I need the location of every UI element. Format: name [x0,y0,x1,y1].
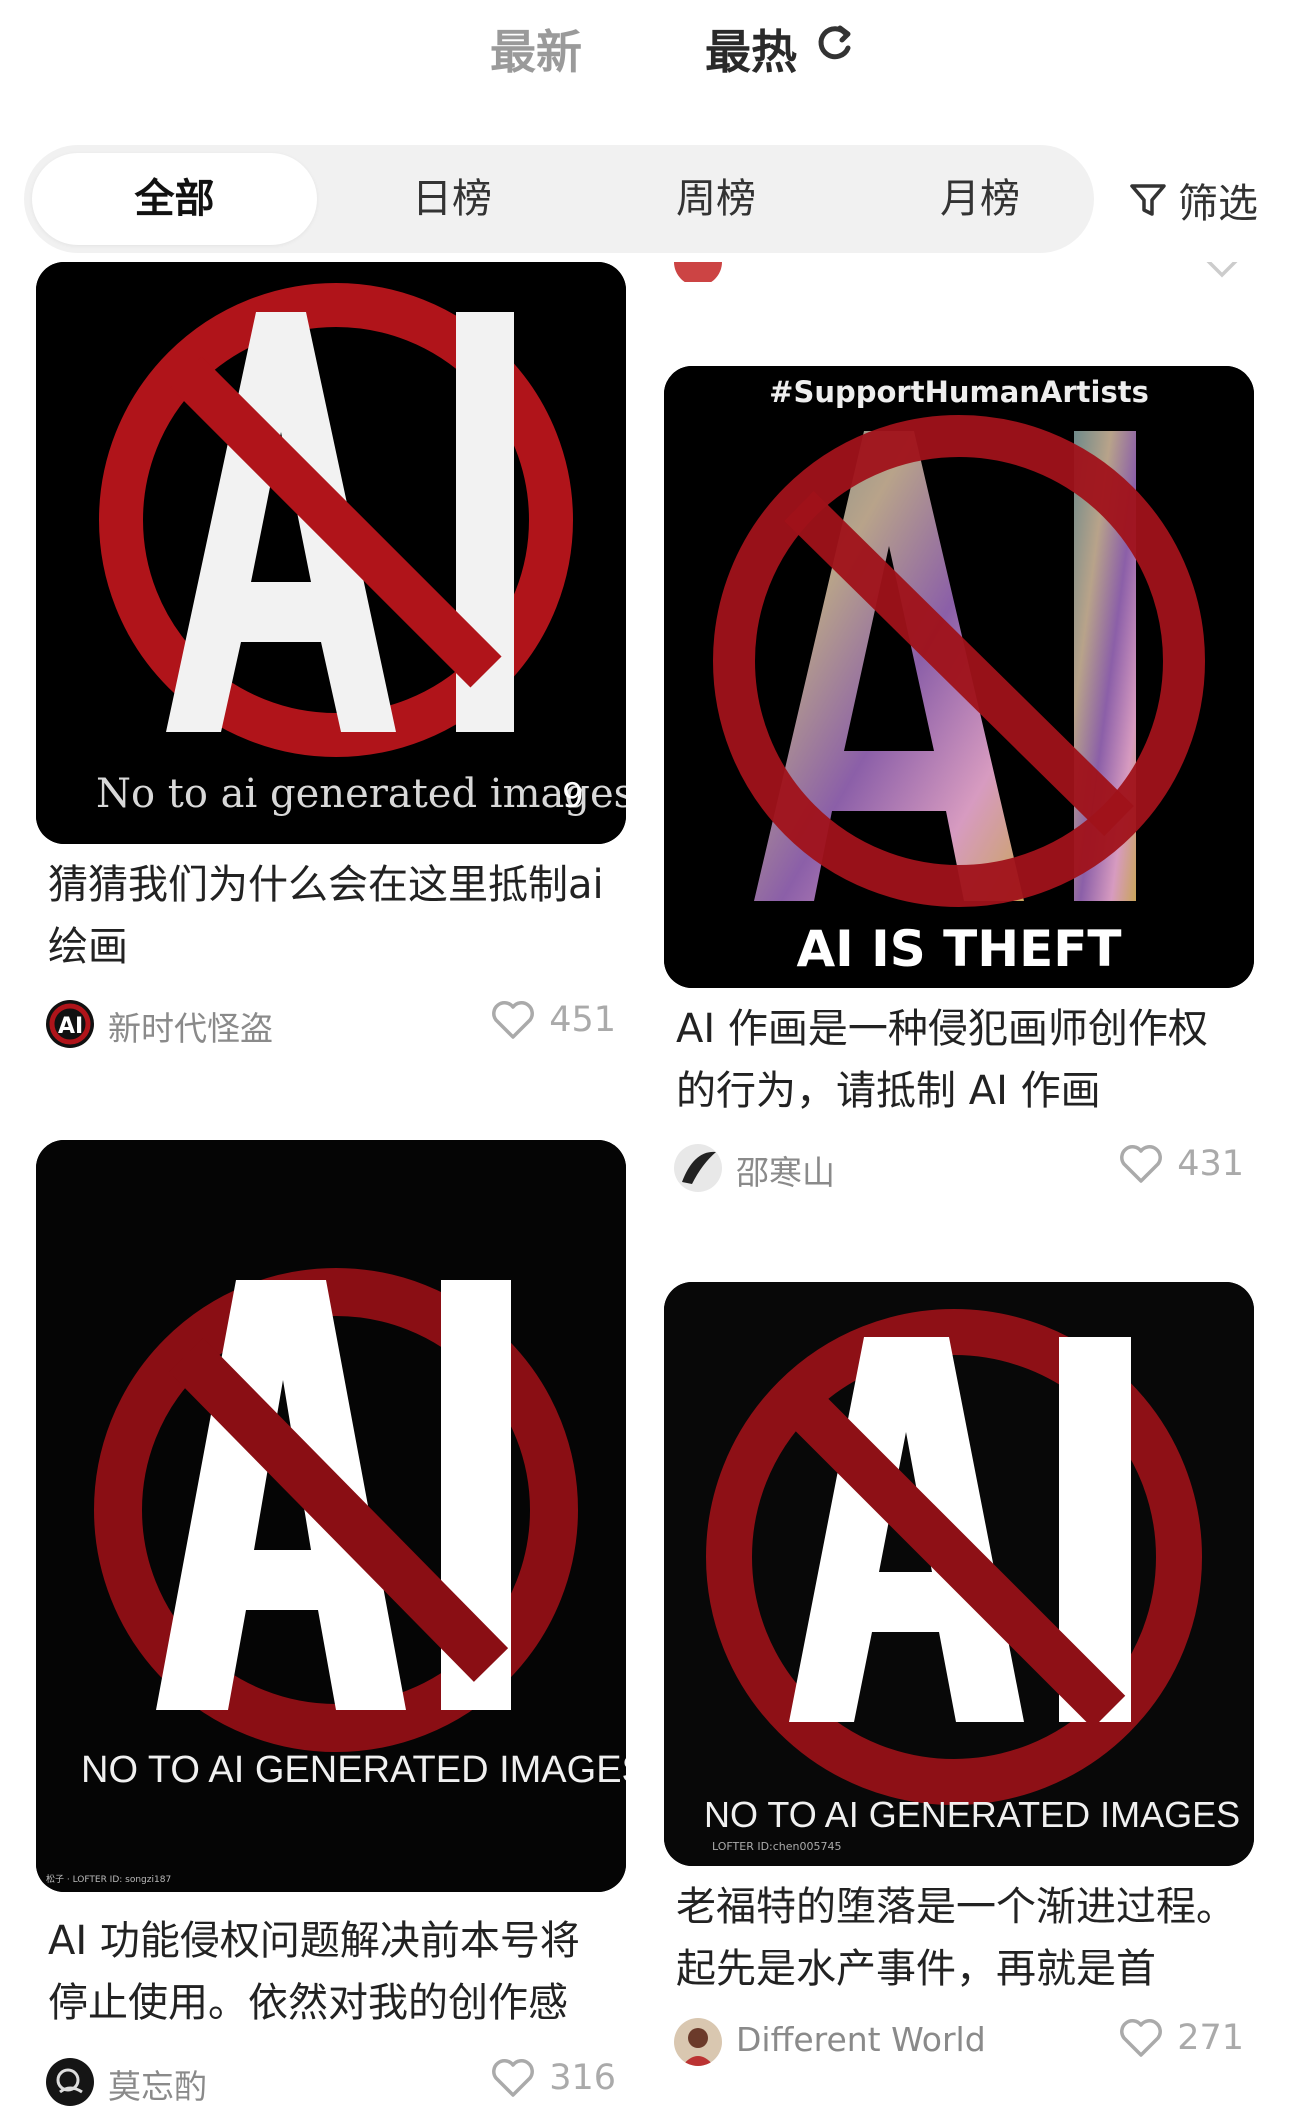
like-button[interactable]: 431 [1119,1144,1244,1184]
image-caption: NO TO AI GENERATED IMAGES [704,1794,1240,1835]
post-image[interactable]: No to ai generated images 9 [36,262,626,844]
like-button[interactable]: 451 [491,1000,616,1040]
image-watermark: LOFTER ID:chen005745 [712,1840,842,1853]
author-name[interactable]: 新时代怪盗 [108,1002,273,1050]
heart-icon [492,1001,535,1039]
author-name[interactable]: 莫忘酌 [108,2060,207,2108]
post-meta: AI 新时代怪盗 451 [46,998,616,1048]
segment-weekly[interactable]: 周榜 [616,145,816,253]
post-meta: 莫忘酌 316 [46,2056,616,2106]
author-name[interactable]: Different World [736,2020,986,2059]
image-watermark: 松子 · LOFTER ID: songzi187 [46,1873,171,1885]
image-hashtag: #SupportHumanArtists [769,375,1149,409]
author-avatar[interactable] [674,1144,722,1192]
segment-monthly[interactable]: 月榜 [880,145,1080,253]
filter-label: 筛选 [1178,181,1258,227]
image-caption: NO TO AI GENERATED IMAGES [81,1749,626,1791]
author-avatar[interactable]: AI [46,1000,94,1048]
segment-all[interactable]: 全部 [32,153,317,245]
heart-icon [1120,1145,1163,1183]
like-count: 431 [1177,1144,1244,1184]
like-count: 271 [1177,2018,1244,2058]
like-button[interactable]: 271 [1119,2018,1244,2058]
like-button[interactable]: 316 [491,2058,616,2098]
ranking-segment-bar: 全部 日榜 周榜 月榜 [24,145,1094,253]
clipped-post-meta [664,262,1254,282]
image-caption: No to ai generated images [96,771,626,817]
like-count: 316 [549,2058,616,2098]
post-image[interactable]: #SupportHumanArtists AI IS THEFT [664,366,1254,988]
image-caption: AI IS THEFT [796,920,1121,978]
post-image[interactable]: NO TO AI GENERATED IMAGES 松子 · LOFTER ID… [36,1140,626,1892]
author-avatar[interactable] [674,2018,722,2066]
segment-daily[interactable]: 日榜 [352,145,552,253]
heart-icon [1206,262,1238,278]
top-tabs: 最新 最热 [0,0,1290,100]
heart-icon [492,2059,535,2097]
post-title[interactable]: AI 作画是一种侵犯画师创作权的行为，请抵制 AI 作画 [676,998,1236,1122]
tab-latest[interactable]: 最新 [490,16,582,82]
post-meta: Different World 271 [674,2016,1244,2066]
author-name[interactable]: 邵寒山 [736,1146,835,1194]
post-meta: 邵寒山 431 [674,1142,1244,1192]
filter-button[interactable]: 筛选 [1128,170,1258,230]
feed-column-left: No to ai generated images 9 猜猜我们为什么会在这里抵… [36,262,626,2128]
image-badge: 9 [562,776,584,816]
tab-hot[interactable]: 最热 [705,16,797,82]
refresh-icon[interactable] [812,22,856,66]
heart-icon [1120,2019,1163,2057]
post-title[interactable]: 老福特的堕落是一个渐进过程。起先是水产事件，再就是首 [676,1876,1236,2000]
author-avatar[interactable] [674,262,722,282]
post-title[interactable]: AI 功能侵权问题解决前本号将停止使用。依然对我的创作感 [48,1910,608,2034]
post-title[interactable]: 猜猜我们为什么会在这里抵制ai绘画 [48,854,608,978]
feed-column-right: #SupportHumanArtists AI IS THEFT AI 作画是一… [664,262,1254,2128]
svg-text:AI: AI [58,1014,83,1039]
like-count: 451 [549,1000,616,1040]
post-image[interactable]: NO TO AI GENERATED IMAGES LOFTER ID:chen… [664,1282,1254,1866]
filter-icon [1130,184,1166,216]
author-avatar[interactable] [46,2058,94,2106]
